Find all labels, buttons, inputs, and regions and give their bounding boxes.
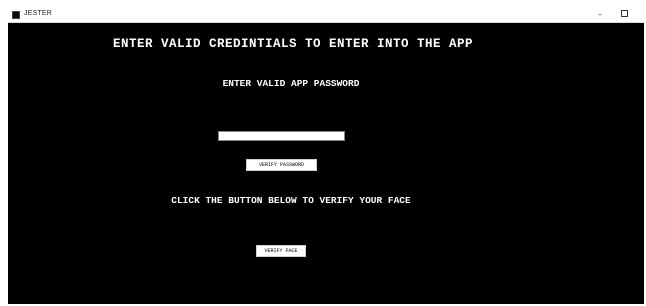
main-heading: ENTER VALID CREDINTIALS TO ENTER INTO TH… bbox=[112, 37, 474, 51]
password-heading: ENTER VALID APP PASSWORD bbox=[222, 78, 360, 89]
verify-face-button[interactable]: VERIFY FACE bbox=[256, 245, 306, 257]
maximize-square-icon bbox=[620, 10, 628, 17]
app-window-icon bbox=[12, 11, 20, 19]
app-window: JESTER – ENTER VALID CREDINTIALS TO ENTE… bbox=[8, 7, 644, 304]
main-content: ENTER VALID CREDINTIALS TO ENTER INTO TH… bbox=[8, 23, 644, 304]
verify-password-button[interactable]: VERIFY PASSWORD bbox=[246, 159, 317, 171]
title-bar[interactable]: JESTER – bbox=[8, 7, 644, 23]
minimize-icon: – bbox=[598, 10, 602, 19]
maximize-button[interactable] bbox=[612, 7, 636, 22]
minimize-button[interactable]: – bbox=[588, 7, 612, 22]
face-heading: CLICK THE BUTTON BELOW TO VERIFY YOUR FA… bbox=[171, 195, 411, 206]
window-title: JESTER bbox=[24, 10, 53, 17]
password-input[interactable] bbox=[218, 131, 345, 141]
